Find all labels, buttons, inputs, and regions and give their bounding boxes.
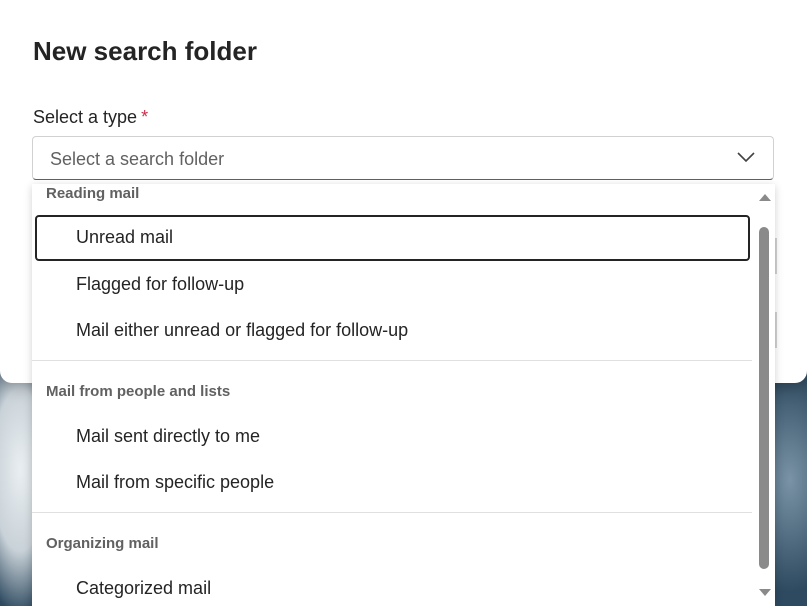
chevron-down-icon <box>737 152 755 163</box>
option-label: Categorized mail <box>76 578 212 598</box>
dialog-title: New search folder <box>33 36 257 66</box>
option-label: Mail sent directly to me <box>76 426 261 446</box>
select-type-label-text: Select a type <box>33 107 138 127</box>
search-folder-type-combobox[interactable]: Select a search folder <box>32 136 774 180</box>
select-type-label: Select a type * <box>33 107 148 128</box>
listbox-scrollbar[interactable] <box>756 184 775 606</box>
triangle-down-icon[interactable] <box>758 588 772 598</box>
option-label: Mail from specific people <box>76 472 275 492</box>
group-divider <box>32 512 752 513</box>
option-unread-or-flagged[interactable]: Mail either unread or flagged for follow… <box>35 308 750 354</box>
search-folder-listbox: Reading mail Unread mail Flagged for fol… <box>32 184 775 606</box>
option-flagged-for-follow-up[interactable]: Flagged for follow-up <box>35 262 750 308</box>
option-label: Mail either unread or flagged for follow… <box>76 320 409 340</box>
option-categorized-mail[interactable]: Categorized mail <box>35 566 750 606</box>
option-mail-sent-directly-to-me[interactable]: Mail sent directly to me <box>35 414 750 460</box>
group-header-organizing-mail: Organizing mail <box>46 535 159 552</box>
group-header-mail-from-people: Mail from people and lists <box>46 383 231 400</box>
option-label: Flagged for follow-up <box>76 274 245 294</box>
option-label: Unread mail <box>76 227 174 247</box>
triangle-up-icon[interactable] <box>758 192 772 202</box>
option-unread-mail[interactable]: Unread mail <box>35 215 750 261</box>
required-asterisk: * <box>141 107 149 127</box>
group-header-reading-mail: Reading mail <box>46 185 140 202</box>
group-divider <box>32 360 752 361</box>
scrollbar-thumb[interactable] <box>759 227 769 569</box>
combobox-placeholder: Select a search folder <box>50 149 225 169</box>
option-mail-from-specific-people[interactable]: Mail from specific people <box>35 460 750 506</box>
